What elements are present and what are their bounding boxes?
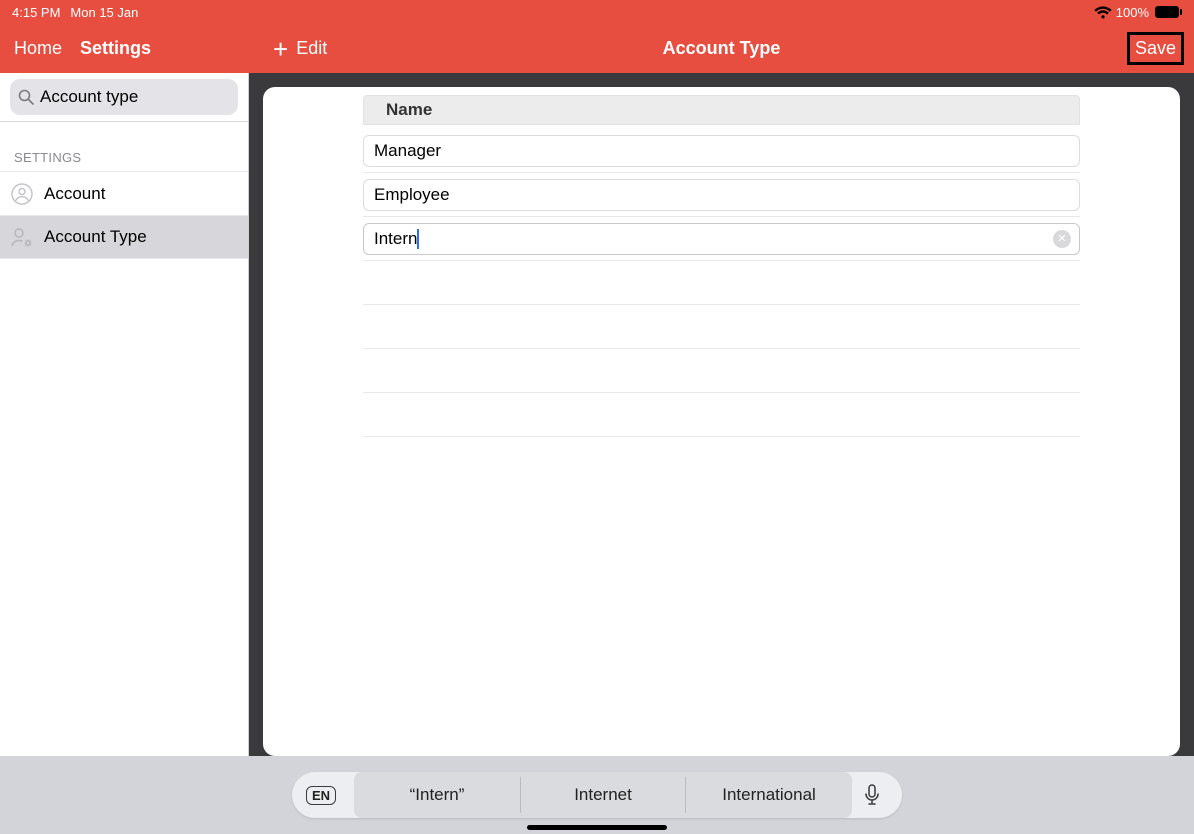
column-header-name: Name [363, 95, 1080, 125]
plus-icon: + [273, 36, 288, 62]
text-cursor [417, 229, 419, 249]
nav-bar: Home Settings + Edit Account Type Save [0, 24, 1194, 73]
status-date: Mon 15 Jan [70, 5, 138, 20]
status-bar: 4:15 PM Mon 15 Jan 100% [0, 0, 1194, 24]
table-row-empty [363, 261, 1080, 305]
suggestion-bar: EN “Intern” Internet International [292, 772, 902, 818]
sidebar-item-label: Account [44, 184, 105, 204]
table-row[interactable]: Intern ✕ [363, 217, 1080, 261]
name-cell[interactable]: Manager [363, 135, 1080, 167]
save-button-highlight: Save [1127, 32, 1184, 65]
keyboard-area: EN “Intern” Internet International [0, 756, 1194, 834]
suggestion-item[interactable]: “Intern” [354, 777, 520, 813]
cell-value: Intern [374, 229, 417, 249]
sidebar-item-account-type[interactable]: Account Type [0, 215, 248, 259]
suggestion-item[interactable]: International [686, 777, 852, 813]
table-row-empty [363, 393, 1080, 437]
dictation-icon[interactable] [852, 784, 892, 806]
person-icon [10, 182, 34, 206]
edit-label: Edit [296, 38, 327, 59]
search-field[interactable]: ✕ [10, 79, 238, 115]
clear-field-icon[interactable]: ✕ [1053, 230, 1071, 248]
sidebar-section-label: SETTINGS [0, 122, 248, 171]
search-input[interactable] [40, 87, 261, 107]
name-cell[interactable]: Employee [363, 179, 1080, 211]
battery-icon [1153, 6, 1182, 18]
main-panel: Name Manager Employee Intern ✕ [249, 73, 1194, 756]
content-card: Name Manager Employee Intern ✕ [263, 87, 1180, 756]
wifi-icon [1094, 6, 1112, 19]
keyboard-language-chip[interactable]: EN [306, 786, 336, 805]
edit-button[interactable]: + Edit [249, 36, 327, 62]
status-time: 4:15 PM [12, 5, 60, 20]
person-gear-icon [10, 225, 34, 249]
table-row[interactable]: Employee [363, 173, 1080, 217]
table-row-empty [363, 349, 1080, 393]
save-button[interactable]: Save [1131, 36, 1180, 61]
sidebar-item-label: Account Type [44, 227, 147, 247]
page-title: Account Type [663, 38, 781, 59]
cell-value: Employee [374, 185, 450, 205]
nav-settings[interactable]: Settings [80, 38, 151, 59]
nav-home[interactable]: Home [14, 38, 62, 59]
table-row-empty [363, 305, 1080, 349]
sidebar-item-account[interactable]: Account [0, 171, 248, 215]
home-indicator[interactable] [527, 825, 667, 830]
battery-percent: 100% [1116, 5, 1149, 20]
cell-value: Manager [374, 141, 441, 161]
suggestion-item[interactable]: Internet [520, 777, 686, 813]
name-cell-editing[interactable]: Intern ✕ [363, 223, 1080, 255]
sidebar: ✕ SETTINGS Account Account Type [0, 73, 249, 834]
table-row[interactable]: Manager [363, 129, 1080, 173]
search-icon [18, 89, 34, 105]
